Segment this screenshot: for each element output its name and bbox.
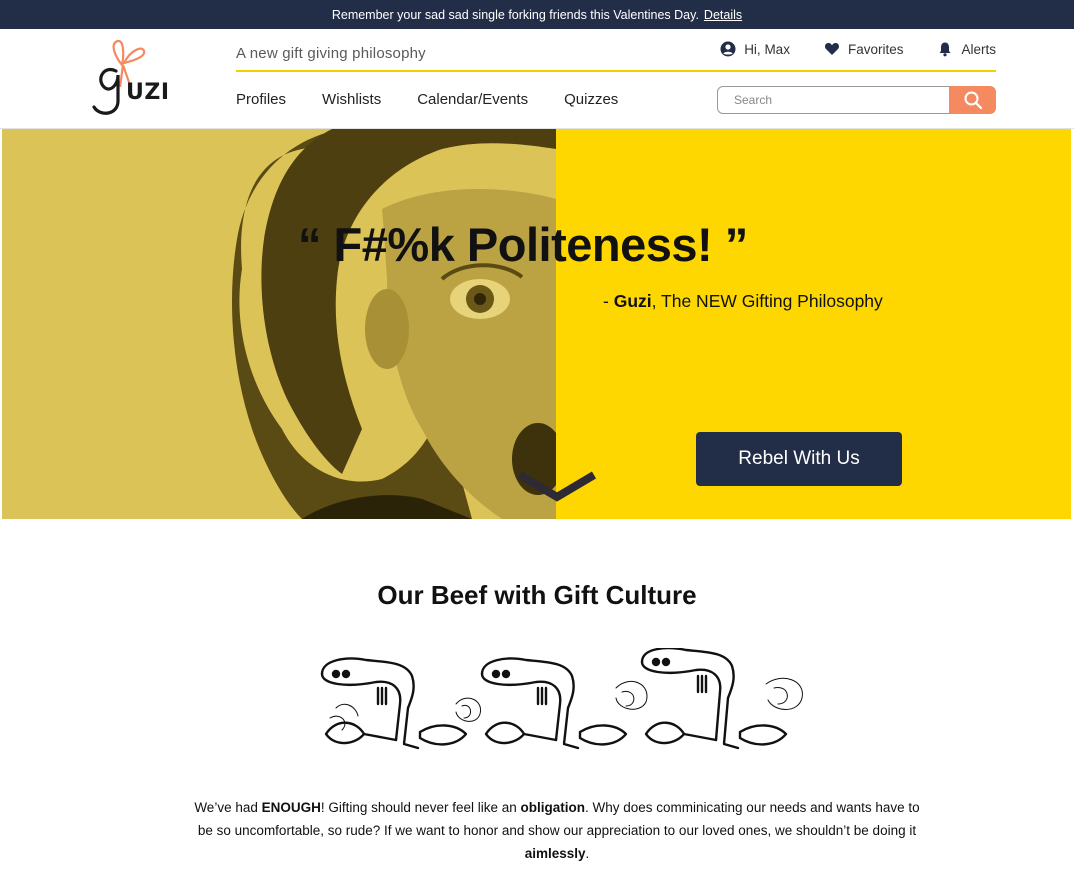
bell-icon: [939, 42, 951, 57]
tagline-divider: [236, 70, 996, 72]
hero-quote: “ F#%k Politeness! ”: [298, 218, 748, 271]
announcement-bar: Remember your sad sad single forking fri…: [0, 0, 1074, 29]
site-header: UZI A new gift giving philosophy Hi, Max…: [0, 29, 1074, 129]
nav-quizzes[interactable]: Quizzes: [564, 91, 618, 108]
nav-wishlists[interactable]: Wishlists: [322, 91, 381, 108]
svg-text:UZI: UZI: [126, 80, 170, 105]
search-button[interactable]: [949, 86, 996, 114]
beef-emphasis-enough: ENOUGH: [261, 800, 321, 815]
user-circle-icon: [720, 41, 736, 57]
main-nav: Profiles Wishlists Calendar/Events Quizz…: [236, 91, 618, 108]
beef-paragraph: We’ve had ENOUGH! Gifting should never f…: [190, 796, 924, 865]
heart-icon: [824, 43, 839, 55]
beef-text-4: .: [585, 846, 590, 861]
search-bar: [717, 86, 996, 114]
hero-banner: “ F#%k Politeness! ” - Guzi, The NEW Gif…: [2, 129, 1071, 519]
attribution-suffix: , The NEW Gifting Philosophy: [651, 291, 883, 311]
beef-emphasis-obligation: obligation: [520, 800, 586, 815]
beef-text-1: We’ve had: [194, 800, 262, 815]
announcement-text: Remember your sad sad single forking fri…: [331, 7, 699, 22]
search-input[interactable]: [717, 86, 950, 114]
beef-emphasis-aimlessly: aimlessly: [524, 846, 586, 861]
gift-exchange-illustration: [320, 648, 803, 750]
account-link[interactable]: Hi, Max: [720, 41, 790, 57]
nav-calendar-events[interactable]: Calendar/Events: [417, 91, 528, 108]
nav-profiles[interactable]: Profiles: [236, 91, 286, 108]
attribution-brand: Guzi: [613, 291, 652, 311]
alerts-label: Alerts: [961, 41, 996, 57]
hero-attribution: - Guzi, The NEW Gifting Philosophy: [603, 291, 883, 312]
search-icon: [964, 91, 982, 110]
beef-text-2: ! Gifting should never feel like an: [320, 800, 521, 815]
alerts-link[interactable]: Alerts: [937, 41, 996, 57]
rebel-with-us-button[interactable]: Rebel With Us: [696, 432, 902, 486]
guzi-logo[interactable]: UZI: [86, 35, 182, 119]
favorites-link[interactable]: Favorites: [824, 41, 904, 57]
chevron-down-icon[interactable]: [516, 469, 598, 505]
beef-section-title: Our Beef with Gift Culture: [377, 580, 697, 610]
attribution-prefix: -: [603, 291, 614, 311]
user-links: Hi, Max Favorites Alerts: [720, 41, 996, 57]
favorites-label: Favorites: [847, 41, 904, 57]
hero-portrait-image: [2, 129, 556, 519]
tagline: A new gift giving philosophy: [236, 45, 426, 62]
greeting-label: Hi, Max: [744, 41, 790, 57]
announcement-details-link[interactable]: Details: [704, 8, 742, 22]
